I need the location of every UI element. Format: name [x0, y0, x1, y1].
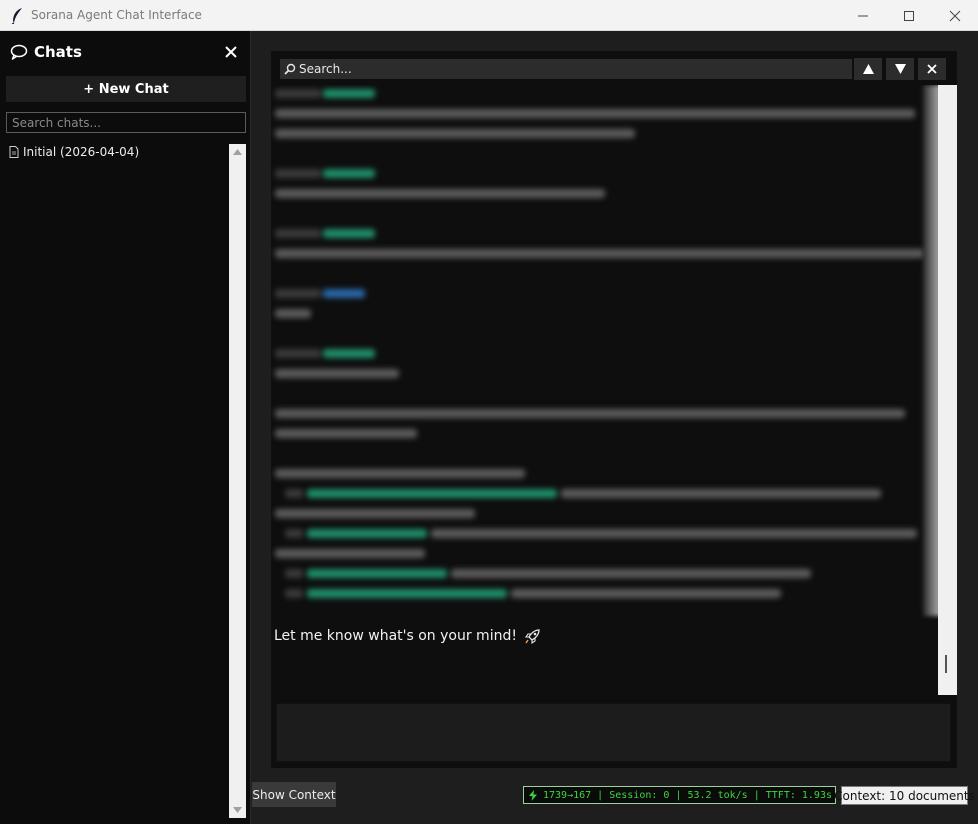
chat-frame: Let me know what's on your mind! — [271, 51, 957, 768]
sidebar-header: Chats — [10, 41, 82, 63]
minimize-button[interactable] — [840, 0, 886, 31]
blurred-messages — [271, 85, 936, 616]
rocket-icon — [524, 629, 540, 645]
maximize-icon — [904, 10, 914, 21]
chat-list-item-label: Initial (2026-04-04) — [23, 145, 140, 159]
minimize-icon — [858, 15, 868, 16]
new-chat-button[interactable]: + New Chat — [6, 76, 246, 102]
messages-scrollbar[interactable] — [938, 85, 957, 695]
search-next-button[interactable] — [886, 58, 914, 80]
main-panel: Let me know what's on your mind! Show Co… — [252, 31, 978, 824]
close-icon — [927, 64, 937, 74]
triangle-up-icon — [862, 64, 874, 74]
message-history: Let me know what's on your mind! — [271, 85, 957, 695]
search-prev-button[interactable] — [854, 58, 882, 80]
message-search-input[interactable] — [299, 62, 839, 76]
message-input[interactable] — [277, 704, 950, 761]
feather-icon — [11, 8, 22, 24]
sidebar-scrollbar[interactable] — [229, 144, 246, 818]
message-input-box[interactable] — [276, 703, 951, 762]
scroll-up-icon[interactable] — [233, 149, 242, 155]
chats-sidebar: Chats + New Chat Initial (2026-04-04) — [0, 31, 251, 824]
scroll-down-icon[interactable] — [233, 807, 242, 813]
close-window-button[interactable] — [932, 0, 978, 31]
search-chats-input[interactable] — [6, 112, 246, 133]
context-count-label: Context: 10 documents — [834, 786, 975, 805]
chat-bubble-icon — [10, 44, 28, 60]
maximize-button[interactable] — [886, 0, 932, 31]
show-context-button[interactable]: Show Context — [252, 782, 336, 807]
triangle-down-icon — [894, 64, 906, 74]
window-titlebar: Sorana Agent Chat Interface — [0, 0, 978, 31]
close-icon[interactable] — [222, 43, 240, 61]
message-search-bar[interactable] — [280, 59, 852, 79]
search-icon — [284, 63, 296, 75]
sidebar-title: Chats — [34, 43, 82, 61]
agent-last-message: Let me know what's on your mind! — [274, 627, 542, 645]
window-title: Sorana Agent Chat Interface — [31, 8, 202, 22]
document-icon — [9, 146, 19, 158]
stats-text: 1739→167 | Session: 0 | 53.2 tok/s | TTF… — [543, 789, 832, 801]
search-close-button[interactable] — [918, 58, 946, 80]
close-icon — [949, 10, 961, 21]
stats-display: 1739→167 | Session: 0 | 53.2 tok/s | TTF… — [523, 786, 836, 804]
chat-list: Initial (2026-04-04) — [6, 143, 228, 161]
last-message-text: Let me know what's on your mind! — [274, 628, 517, 644]
scrollbar-thumb[interactable] — [945, 655, 947, 673]
lightning-icon — [529, 789, 537, 801]
chat-list-item[interactable]: Initial (2026-04-04) — [6, 143, 228, 161]
